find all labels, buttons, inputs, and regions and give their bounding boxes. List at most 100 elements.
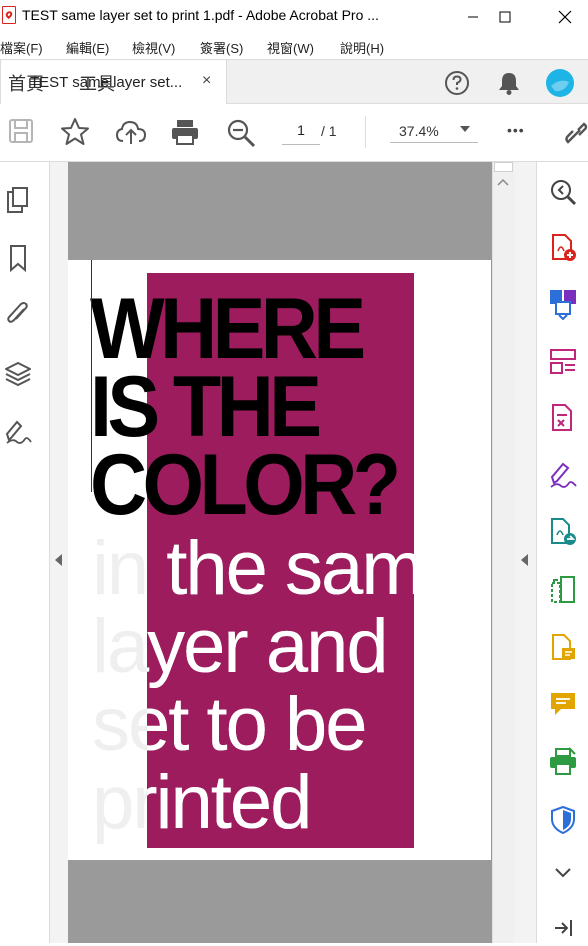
avatar-icon	[546, 69, 574, 97]
page-thumbnails-icon	[7, 187, 28, 213]
collapse-left-icon	[55, 554, 62, 566]
maximize-icon	[499, 11, 511, 22]
comment-button[interactable]	[545, 686, 581, 722]
create-pdf-icon	[552, 234, 576, 261]
left-panel-toggle[interactable]	[50, 162, 68, 943]
print-icon	[172, 120, 198, 145]
subtext: in the same layer and set to be printed	[92, 526, 463, 845]
tab-bar: 首頁 工具 TEST same layer set... ×	[0, 59, 588, 104]
edit-pdf-button[interactable]	[545, 458, 581, 494]
more-tools-button[interactable]: •••	[507, 122, 525, 138]
headline-line-3: COLOR?	[90, 437, 401, 533]
profile-avatar[interactable]	[545, 68, 575, 103]
organize-pages-button[interactable]	[545, 344, 581, 380]
share-link-button[interactable]	[564, 120, 588, 151]
acrobat-pdf-icon	[2, 6, 16, 24]
scrollbar-thumb[interactable]	[494, 162, 513, 172]
page-thumbnails-button[interactable]	[0, 182, 36, 218]
subtext-line-1: in the same	[92, 526, 463, 611]
menu-edit[interactable]: 編輯(E)	[66, 38, 109, 57]
title-bar: TEST same layer set to print 1.pdf - Ado…	[0, 0, 588, 33]
cloud-upload-icon	[115, 120, 147, 144]
minimize-icon	[468, 16, 478, 17]
left-sidebar	[0, 162, 50, 943]
headline-line-1: WHERE	[90, 281, 366, 377]
fill-sign-button[interactable]	[545, 630, 581, 666]
bookmarks-button[interactable]	[0, 240, 36, 276]
help-button[interactable]	[444, 70, 470, 101]
page-total: / 1	[321, 123, 337, 139]
collapse-tools-panel-button[interactable]	[545, 910, 581, 946]
chevron-down-icon	[555, 868, 571, 878]
scroll-up-icon[interactable]	[497, 178, 509, 186]
window-title: TEST same layer set to print 1.pdf - Ado…	[22, 7, 379, 23]
fill-sign-icon	[552, 634, 575, 660]
pdf-page: in the same layer and set to be printed …	[68, 260, 491, 860]
right-panel-toggle[interactable]	[514, 162, 536, 943]
compress-icon	[551, 576, 575, 603]
menu-sign[interactable]: 簽署(S)	[200, 38, 243, 57]
subtext-line-4: printed	[92, 760, 312, 845]
signature-button[interactable]	[0, 414, 36, 450]
send-for-review-icon	[551, 518, 576, 545]
protect-icon	[551, 805, 575, 835]
bell-icon	[499, 73, 519, 95]
attachments-button[interactable]	[0, 296, 36, 332]
menu-window[interactable]: 視窗(W)	[267, 38, 314, 57]
menu-file[interactable]: 檔案(F)	[0, 38, 43, 57]
edit-pdf-icon	[550, 462, 577, 488]
print-production-icon	[550, 747, 576, 775]
zoom-dropdown[interactable]: 37.4%	[390, 116, 478, 143]
upload-button[interactable]	[115, 119, 147, 150]
organize-pages-icon	[550, 349, 576, 374]
help-icon	[445, 71, 469, 95]
document-tab-label: TEST same layer set...	[30, 74, 183, 91]
toolbar: / 1 37.4% •••	[0, 104, 588, 162]
attachments-icon	[7, 302, 28, 323]
text-cursor	[91, 260, 92, 492]
right-tools-sidebar	[536, 162, 588, 943]
search-zoom-button[interactable]	[545, 174, 581, 210]
menu-bar: 檔案(F) 編輯(E) 檢視(V) 簽署(S) 視窗(W) 說明(H)	[0, 33, 588, 59]
subtext-line-2: layer and	[92, 604, 389, 689]
export-pdf-button[interactable]	[545, 400, 581, 436]
create-pdf-button[interactable]	[545, 230, 581, 266]
toolbar-divider	[365, 116, 366, 148]
protect-button[interactable]	[545, 802, 581, 838]
notifications-button[interactable]	[497, 70, 521, 101]
close-tab-icon[interactable]: ×	[202, 72, 211, 90]
send-for-review-button[interactable]	[545, 514, 581, 550]
search-zoom-icon	[551, 180, 577, 206]
menu-view[interactable]: 檢視(V)	[132, 38, 175, 57]
collapse-panel-icon	[555, 920, 572, 936]
layers-button[interactable]	[0, 356, 36, 392]
close-icon	[558, 10, 572, 23]
zoom-value: 37.4%	[399, 123, 439, 139]
save-icon	[9, 119, 33, 143]
zoom-out-button[interactable]	[226, 118, 256, 153]
bookmarks-icon	[10, 245, 26, 272]
page-number-input[interactable]	[282, 116, 320, 145]
save-button[interactable]	[8, 118, 34, 149]
maximize-button[interactable]	[482, 0, 528, 33]
export-pdf-icon	[552, 404, 572, 431]
print-production-button[interactable]	[545, 744, 581, 780]
link-icon	[565, 122, 588, 144]
layers-icon	[5, 362, 31, 387]
more-tools-expand-button[interactable]	[545, 856, 581, 892]
chevron-down-icon	[460, 126, 470, 132]
compress-button[interactable]	[545, 572, 581, 608]
tab-document[interactable]: TEST same layer set... ×	[0, 60, 227, 104]
menu-help[interactable]: 說明(H)	[340, 38, 384, 57]
headline-line-2: IS THE	[90, 359, 322, 455]
signature-icon	[5, 420, 32, 444]
close-window-button[interactable]	[542, 0, 588, 33]
collapse-right-icon	[521, 554, 528, 566]
combine-files-button[interactable]	[545, 286, 581, 322]
print-button[interactable]	[170, 118, 200, 151]
zoom-out-icon	[227, 119, 256, 148]
bookmark-star-button[interactable]	[60, 117, 90, 152]
headline: WHERE IS THE COLOR?	[90, 281, 401, 533]
vertical-scrollbar[interactable]	[492, 162, 514, 943]
comment-icon	[551, 693, 575, 715]
